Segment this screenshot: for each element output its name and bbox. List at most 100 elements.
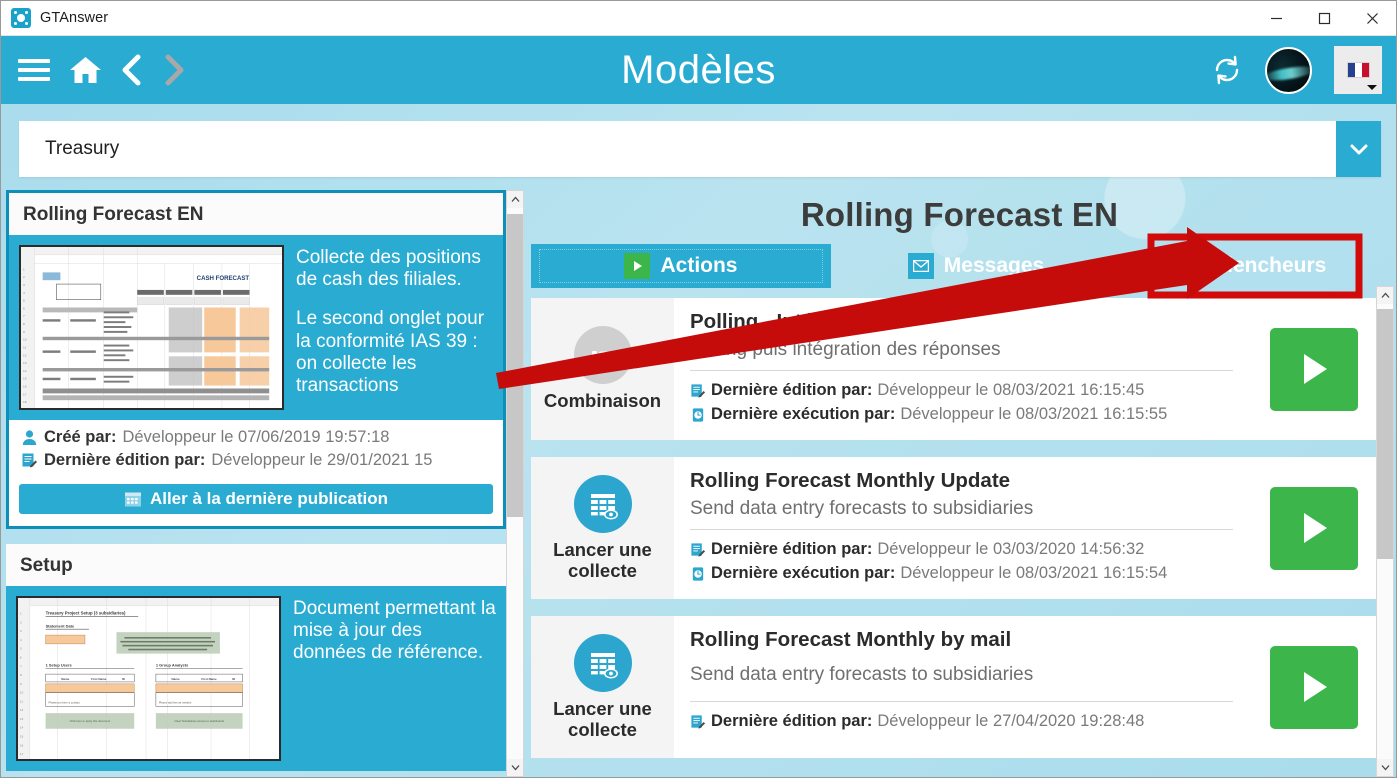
run-action-button[interactable] [1270,327,1358,411]
svg-text:First Name: First Name [201,677,217,681]
svg-text:7: 7 [23,314,25,318]
svg-text:18: 18 [23,400,27,404]
action-type: Combinaison [531,298,674,440]
action-details: Polling - Intégration Polling puis intég… [674,298,1249,440]
tab-messages-label: Messages [943,254,1045,277]
detail-tabs: Actions Messages Déclencheurs [521,244,1396,288]
app-header: Modèles [1,36,1396,104]
svg-text:9: 9 [23,330,25,334]
actions-scrollbar[interactable] [1376,286,1394,777]
action-details: Rolling Forecast Monthly by mail Send da… [674,616,1249,758]
template-card-meta: Créé par: Développeur le 07/06/2019 19:5… [9,420,503,478]
action-meta-edited-value: Développeur le 08/03/2021 16:15:45 [877,381,1145,399]
mail-icon [907,253,934,279]
template-meta-edited-value: Développeur le 29/01/2021 15 [211,451,433,469]
actions-scroll-track[interactable] [1377,304,1393,759]
svg-text:Click here to apply this docum: Click here to apply this document [70,719,111,723]
divider [690,701,1233,702]
action-meta-executed-value: Développeur le 08/03/2021 16:15:54 [900,563,1168,582]
play-icon [1304,513,1327,543]
template-meta-created-label: Créé par: [44,428,117,446]
svg-text:Please put here a contact: Please put here a contact [49,700,80,704]
action-row[interactable]: Lancer une collecte Rolling Forecast Mon… [531,457,1379,599]
minimize-button[interactable] [1252,1,1300,35]
svg-text:12: 12 [20,708,24,712]
template-card-setup[interactable]: Setup 1 2 3 4 5 6 7 8 9 10 11 12 13 14 1… [6,544,506,771]
action-run-cell [1249,616,1379,758]
go-to-last-publication-label: Aller à la dernière publication [149,489,389,508]
go-to-last-publication-button[interactable]: Aller à la dernière publication [19,484,493,514]
chevron-right-icon[interactable] [162,54,186,86]
svg-text:Please add line as needed: Please add line as needed [159,700,192,704]
chevron-down-icon[interactable] [1336,121,1381,177]
project-selector[interactable]: Treasury [19,121,1381,177]
action-meta: Dernière édition par: Développeur le 03/… [690,538,1233,586]
svg-text:11: 11 [23,345,27,349]
action-meta-edited-value: Développeur le 27/04/2020 19:28:48 [877,712,1145,730]
action-meta: Dernière édition par: Développeur le 08/… [690,379,1233,427]
maximize-button[interactable] [1300,1,1348,35]
tab-actions[interactable]: Actions [531,244,831,288]
action-row[interactable]: Lancer une collecte Rolling Forecast Mon… [531,616,1379,758]
user-avatar[interactable] [1265,46,1312,94]
page-title: Modèles [621,47,776,92]
svg-text:2: 2 [23,275,25,279]
action-type-label: Combinaison [543,390,662,412]
action-meta-edited-label: Dernière édition par: [711,712,873,730]
tab-declencheurs[interactable]: Déclencheurs [1137,244,1342,288]
svg-text:17: 17 [20,752,24,756]
template-thumbnail-preview[interactable]: 123 456 789 10 11 12 13 14 15 16 17 Treasury … [16,596,281,761]
svg-text:Name: Name [172,677,180,681]
close-button[interactable] [1348,1,1396,35]
template-list: Rolling Forecast EN 1 2 3 4 5 6 7 8 9 10… [6,190,506,777]
template-card-description: Collecte des positions de cash des filia… [296,245,493,410]
template-thumbnail-preview[interactable]: 123 456 789 10 11 12 13 14 15 16 17 18 CASH FO… [19,245,284,410]
tab-messages[interactable]: Messages [831,244,1121,288]
template-card-body: 123 456 789 10 11 12 13 14 15 16 17 18 CASH FO… [9,235,503,420]
svg-text:CASH FORECAST: CASH FORECAST [197,276,250,282]
action-type: Lancer une collecte [531,457,674,599]
window-title: GTAnswer [40,10,109,26]
action-title: Rolling Forecast Monthly Update [690,469,1011,492]
template-card-rolling-forecast[interactable]: Rolling Forecast EN 1 2 3 4 5 6 7 8 9 10… [6,190,506,529]
run-action-button[interactable] [1270,486,1358,570]
svg-text:Statement Date: Statement Date [46,623,75,628]
divider [690,529,1233,530]
project-selector-value: Treasury [45,138,120,159]
template-description-line-1: Document permettant la mise à jour des d… [293,598,496,664]
svg-text:16: 16 [20,743,24,747]
svg-text:10: 10 [20,691,24,695]
refresh-icon[interactable] [1211,54,1243,86]
action-title: Rolling Forecast Monthly by mail [690,628,1012,651]
action-type: Lancer une collecte [531,616,674,758]
tab-actions-label: Actions [660,254,738,277]
hamburger-menu-icon[interactable] [17,57,51,83]
svg-text:1 Setup Users: 1 Setup Users [46,662,73,667]
actions-scroll-thumb[interactable] [1377,308,1393,559]
edit-document-icon [690,542,706,558]
svg-text:1: 1 [23,267,25,271]
svg-text:8: 8 [23,322,25,326]
window-titlebar: GTAnswer [1,1,1396,36]
home-icon[interactable] [69,55,102,85]
svg-text:13: 13 [20,717,24,721]
language-caret-icon [1367,85,1377,90]
action-row[interactable]: Combinaison Polling - Intégration Pollin… [531,298,1379,440]
chevron-left-icon[interactable] [120,54,144,86]
user-icon [21,429,38,446]
action-subtitle: Send data entry forecasts to subsidiarie… [690,498,1034,519]
template-meta-edited: Dernière édition par: Développeur le 29/… [21,451,491,470]
header-nav-group [1,54,186,86]
scroll-down-icon[interactable] [1377,759,1393,776]
action-subtitle: Polling puis intégration des réponses [690,339,1001,360]
gtanswer-logo-icon [11,8,31,28]
french-flag-icon[interactable] [1334,46,1382,94]
scroll-up-icon[interactable] [1377,287,1393,304]
run-action-button[interactable] [1270,645,1358,729]
action-run-cell [1249,298,1379,440]
svg-text:6: 6 [23,306,25,310]
svg-text:17: 17 [23,392,27,396]
svg-text:5: 5 [23,299,25,303]
application-window: GTAnswer Modèles Treasury Rolling Foreca… [0,0,1397,778]
svg-text:13: 13 [23,361,27,365]
